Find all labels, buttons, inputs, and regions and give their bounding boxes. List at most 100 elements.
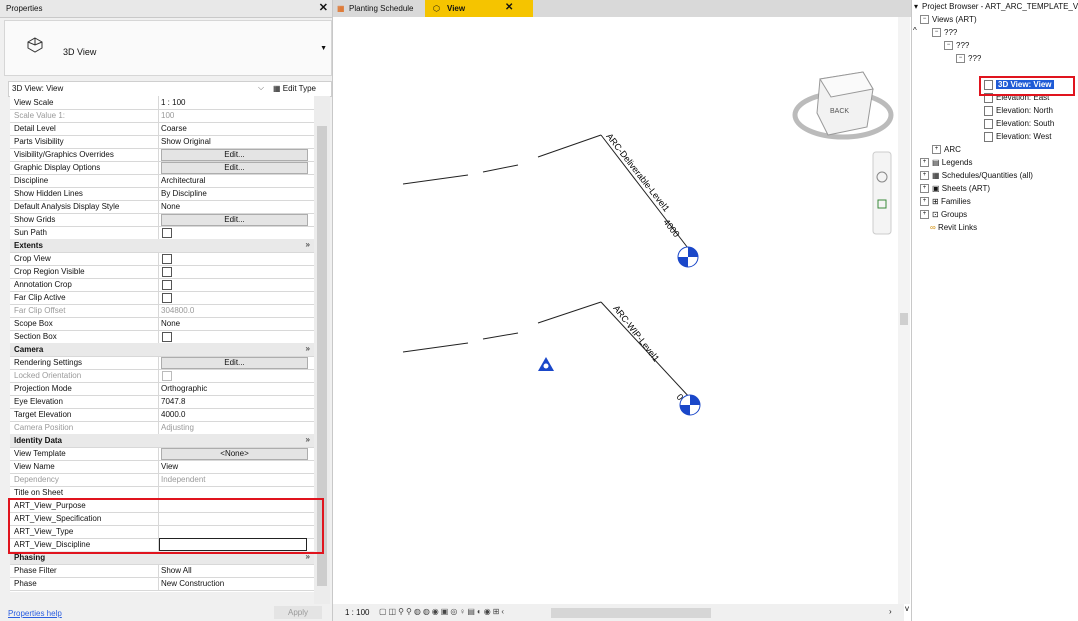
tree-node-revit-links[interactable]: ∞ Revit Links	[930, 223, 977, 232]
collapse-chevron-icon[interactable]: »	[306, 344, 310, 353]
property-value[interactable]: New Construction	[161, 579, 224, 588]
property-value[interactable]: Coarse	[161, 124, 187, 133]
scrollbar-thumb[interactable]	[900, 313, 908, 325]
property-edit-button[interactable]: Edit...	[161, 162, 308, 174]
property-row[interactable]: Default Analysis Display Style None	[10, 200, 314, 214]
apply-button[interactable]: Apply	[274, 606, 322, 619]
navigation-bar[interactable]	[872, 151, 892, 235]
property-row[interactable]: Phase New Construction	[10, 577, 314, 591]
property-value[interactable]: View	[161, 462, 178, 471]
collapse-icon[interactable]: −	[944, 41, 953, 51]
property-checkbox[interactable]	[162, 228, 172, 238]
property-row[interactable]: Phase Filter Show All	[10, 564, 314, 578]
view-vertical-scrollbar[interactable]	[898, 17, 910, 604]
tree-node-unknown1[interactable]: −???	[932, 28, 957, 38]
collapse-icon[interactable]: −	[956, 54, 965, 64]
property-row[interactable]: Target Elevation 4000.0	[10, 408, 314, 422]
property-row[interactable]: Detail Level Coarse	[10, 122, 314, 136]
property-row[interactable]: Annotation Crop	[10, 278, 314, 292]
type-selector[interactable]: 3D View ▼	[4, 20, 332, 76]
camera-icon[interactable]	[538, 357, 554, 371]
property-row[interactable]: Discipline Architectural	[10, 174, 314, 188]
drawing-area[interactable]: ARC-Deliverable-Level1 4000 ARC-WIP-Leve…	[333, 17, 904, 604]
tab-view[interactable]: ⬡ View ✕	[425, 0, 533, 17]
property-group-header[interactable]: Extents »	[10, 239, 314, 253]
viewcube[interactable]	[792, 71, 894, 140]
expand-icon[interactable]: +	[932, 145, 941, 155]
property-value[interactable]: None	[161, 202, 180, 211]
property-checkbox[interactable]	[162, 293, 172, 303]
property-value[interactable]: Show Original	[161, 137, 211, 146]
property-group-header[interactable]: Identity Data »	[10, 434, 314, 448]
property-checkbox[interactable]	[162, 254, 172, 264]
property-row[interactable]: Section Box	[10, 330, 314, 344]
properties-help-link[interactable]: Properties help	[8, 609, 62, 618]
property-row[interactable]: Parts Visibility Show Original	[10, 135, 314, 149]
property-checkbox[interactable]	[162, 267, 172, 277]
property-row[interactable]: Show Grids Edit...	[10, 213, 314, 227]
tree-node-elev-north[interactable]: Elevation: North	[984, 106, 1053, 116]
edit-type-button[interactable]: ▦ Edit Type	[273, 84, 316, 93]
property-row[interactable]: View Name View	[10, 460, 314, 474]
property-row[interactable]: Crop View	[10, 252, 314, 266]
property-edit-button[interactable]: Edit...	[161, 149, 308, 161]
collapse-icon[interactable]: −	[920, 15, 929, 25]
tree-node-sheets[interactable]: + ▣ Sheets (ART)	[920, 184, 990, 194]
tree-node-families[interactable]: + ⊞ Families	[920, 197, 971, 207]
property-value[interactable]: 7047.8	[161, 397, 185, 406]
property-row[interactable]: Rendering Settings Edit...	[10, 356, 314, 370]
tree-node-unknown2[interactable]: −???	[944, 41, 969, 51]
tree-node-schedules[interactable]: + ▦ Schedules/Quantities (all)	[920, 171, 1033, 181]
tree-node-groups[interactable]: + ⊡ Groups	[920, 210, 967, 220]
property-value[interactable]: 1 : 100	[161, 98, 185, 107]
property-checkbox[interactable]	[162, 332, 172, 342]
chevron-down-icon[interactable]: ⌵	[258, 83, 264, 93]
level-head-lower[interactable]	[679, 394, 701, 416]
property-value[interactable]: Architectural	[161, 176, 205, 185]
property-row[interactable]: Scale Value 1: 100	[10, 109, 314, 123]
property-row[interactable]: Eye Elevation 7047.8	[10, 395, 314, 409]
tree-node-elev-south[interactable]: Elevation: South	[984, 119, 1054, 129]
close-icon[interactable]: ✕	[505, 2, 513, 13]
collapse-chevron-icon[interactable]: »	[306, 240, 310, 249]
tree-node-elev-west[interactable]: Elevation: West	[984, 132, 1051, 142]
chevron-right-icon[interactable]: ›	[889, 607, 892, 616]
property-edit-button[interactable]: Edit...	[161, 214, 308, 226]
expand-icon[interactable]: +	[920, 171, 929, 181]
collapse-chevron-icon[interactable]: »	[306, 435, 310, 444]
tree-node-unknown3[interactable]: −???	[956, 54, 981, 64]
tree-node-legends[interactable]: + ▤ Legends	[920, 158, 972, 168]
property-edit-button[interactable]: <None>	[161, 448, 308, 460]
property-row[interactable]: Dependency Independent	[10, 473, 314, 487]
expand-icon[interactable]: +	[920, 158, 929, 168]
property-value[interactable]: Show All	[161, 566, 192, 575]
property-row[interactable]: Graphic Display Options Edit...	[10, 161, 314, 175]
property-value[interactable]: 4000.0	[161, 410, 185, 419]
tab-planting-schedule[interactable]: ▦ Planting Schedule	[333, 0, 425, 17]
property-row[interactable]: View Scale 1 : 100	[10, 96, 314, 110]
view-horizontal-scrollbar[interactable]	[551, 608, 711, 618]
scroll-up-icon[interactable]: ^	[913, 26, 917, 35]
property-value[interactable]: Orthographic	[161, 384, 207, 393]
property-row[interactable]: Crop Region Visible	[10, 265, 314, 279]
expand-icon[interactable]: +	[920, 197, 929, 207]
property-row[interactable]: View Template <None>	[10, 447, 314, 461]
view-scale-label[interactable]: 1 : 100	[345, 608, 369, 617]
property-row[interactable]: Locked Orientation	[10, 369, 314, 383]
property-edit-button[interactable]: Edit...	[161, 357, 308, 369]
property-group-header[interactable]: Camera »	[10, 343, 314, 357]
property-row[interactable]: Far Clip Active	[10, 291, 314, 305]
level-head-upper[interactable]	[677, 246, 699, 268]
chevron-down-icon[interactable]: ▾	[914, 2, 918, 11]
property-row[interactable]: Sun Path	[10, 226, 314, 240]
property-value[interactable]: By Discipline	[161, 189, 207, 198]
close-icon[interactable]: ✕	[319, 1, 328, 14]
property-row[interactable]: Projection Mode Orthographic	[10, 382, 314, 396]
property-row[interactable]: Visibility/Graphics Overrides Edit...	[10, 148, 314, 162]
instance-filter-dropdown[interactable]: 3D View: View ⌵ ▦ Edit Type	[8, 81, 332, 97]
property-row[interactable]: Far Clip Offset 304800.0	[10, 304, 314, 318]
property-checkbox[interactable]	[162, 280, 172, 290]
property-value[interactable]: None	[161, 319, 180, 328]
property-row[interactable]: Scope Box None	[10, 317, 314, 331]
tree-node-views[interactable]: − Views (ART)	[920, 15, 977, 25]
